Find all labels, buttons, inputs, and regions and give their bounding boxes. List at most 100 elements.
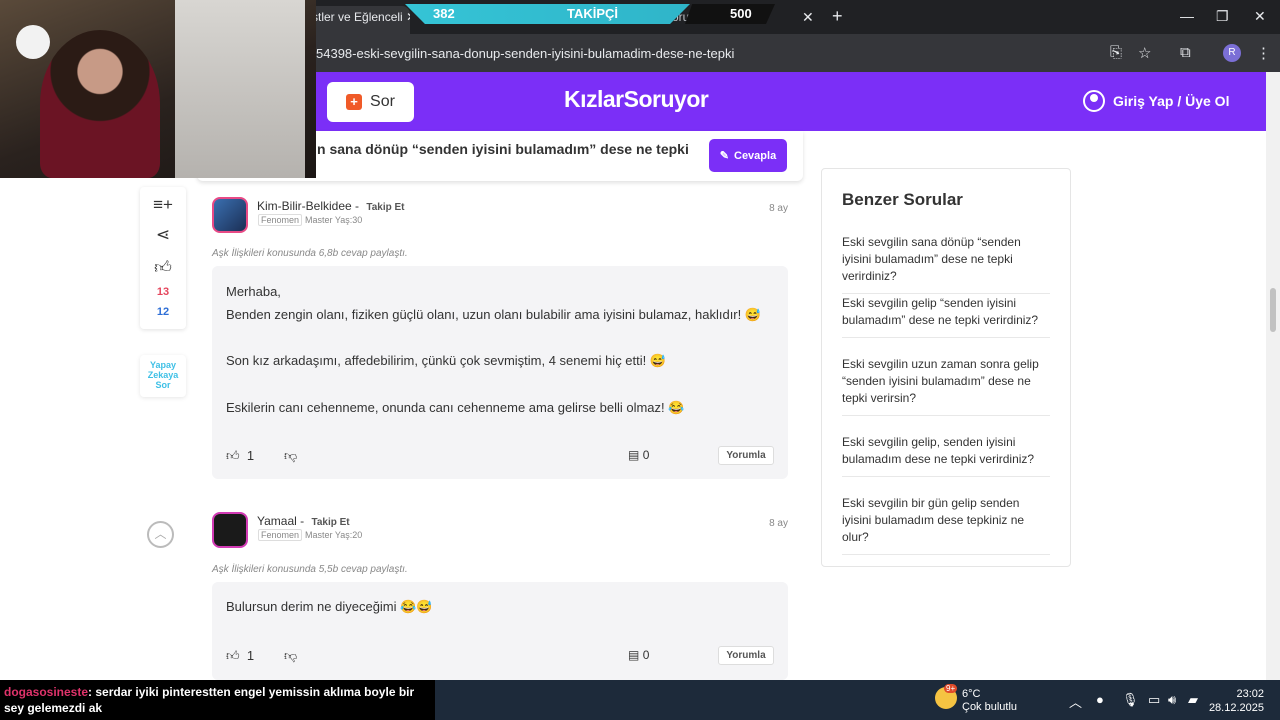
dislike-button[interactable]: 👎︎ — [284, 448, 297, 464]
answer-text-line: Benden zengin olanı, fiziken güçlü olanı… — [226, 307, 762, 322]
comment-count[interactable]: ▤ 0 — [628, 648, 649, 662]
scroll-up-icon[interactable]: ︿ — [147, 521, 174, 548]
topic-line: Aşk İlişkileri konusunda 6,8b cevap payl… — [212, 248, 408, 259]
ask-button[interactable]: + Sor — [327, 82, 414, 122]
minimize-icon[interactable]: — — [1180, 8, 1194, 24]
similar-question-link[interactable]: Eski sevgilin gelip “senden iyisini bula… — [842, 295, 1050, 338]
like-count-red: 13 — [156, 286, 170, 298]
comment-icon: ▤ — [628, 448, 640, 462]
url-field[interactable]: 54398-eski-sevgilin-sana-donup-senden-iy… — [316, 46, 734, 61]
avatar[interactable] — [212, 197, 248, 233]
answer-button[interactable]: ✎ Cevapla — [709, 139, 787, 172]
comment-icon: ▤ — [628, 648, 640, 662]
like-count-blue: 12 — [156, 306, 170, 318]
author-meta: Master Yaş:20 — [305, 530, 363, 540]
dislike-button[interactable]: 👎︎ — [284, 648, 297, 664]
follow-button[interactable]: Takip Et — [366, 202, 404, 213]
similar-questions-title: Benzer Sorular — [842, 190, 963, 209]
question-title: n sana dönüp “senden iyisini bulamadım” … — [317, 141, 689, 157]
like-count: 1 — [246, 448, 255, 463]
plus-icon: + — [346, 94, 363, 110]
weather-badge: 9+ — [944, 684, 958, 693]
comment-count-value: 0 — [642, 648, 650, 662]
screen: stler ve Eğlenceli ✕ oruyor ✕ + — ❐ ✕ 38… — [0, 0, 1280, 720]
browser-tab[interactable]: stler ve Eğlenceli ✕ — [300, 6, 410, 34]
stream-chat-overlay: dogasosineste: serdar iyiki pinterestten… — [0, 680, 435, 720]
pencil-icon: ✎ — [719, 150, 729, 162]
menu-dots-icon[interactable]: ⋮ — [1256, 44, 1271, 62]
clock-time[interactable]: 23:02 — [1214, 688, 1264, 700]
answer-text-line: Merhaba, — [226, 284, 281, 299]
webcam-overlay — [0, 0, 316, 178]
similar-question-link[interactable]: Eski sevgilin gelip, senden iyisini bula… — [842, 434, 1050, 477]
like-button[interactable]: 👍︎ 1 — [226, 648, 254, 664]
author-name[interactable]: Kim-Bilir-Belkidee — [257, 199, 352, 213]
like-count: 1 — [246, 648, 255, 663]
tab-title: stler ve Eğlenceli — [312, 10, 403, 24]
similar-question-link[interactable]: Eski sevgilin bir gün gelip senden iyisi… — [842, 495, 1050, 555]
new-tab-icon[interactable]: + — [832, 6, 843, 27]
answer-body: Bulursun derim ne diyeceğimi 😂😅 👍︎ 1 👎︎ … — [212, 582, 788, 680]
topic-line: Aşk İlişkileri konusunda 5,5b cevap payl… — [212, 564, 408, 575]
user-icon — [1083, 90, 1105, 112]
comment-count[interactable]: ▤ 0 — [628, 448, 649, 462]
extensions-icon[interactable]: ⧉ — [1180, 44, 1191, 61]
answer-text-line: Eskilerin canı cehenneme, onunda canı ce… — [226, 400, 685, 415]
similar-question-link[interactable]: Eski sevgilin sana dönüp “senden iyisini… — [842, 234, 1050, 294]
answer-time: 8 ay — [769, 203, 788, 214]
plush-toy — [16, 25, 50, 59]
answer-body: Merhaba, Benden zengin olanı, fiziken gü… — [212, 266, 788, 479]
site-logo[interactable]: KızlarSoruyor — [564, 86, 709, 113]
install-app-icon[interactable]: ⎘ — [1110, 44, 1122, 61]
similar-question-link[interactable]: Eski sevgilin uzun zaman sonra gelip “se… — [842, 356, 1050, 416]
rank-badge: Fenomen — [258, 529, 303, 541]
ask-ai-button[interactable]: Yapay Zekaya Sor — [140, 355, 186, 397]
follower-label: TAKİPÇİ — [567, 6, 619, 21]
question-actions: ≡+ ⋖ 👍︎ 13 12 — [140, 187, 186, 329]
similar-questions-panel: Benzer Sorular Eski sevgilin sana dönüp … — [821, 168, 1071, 567]
author-name[interactable]: Yamaal — [257, 514, 297, 528]
close-icon[interactable]: ✕ — [802, 9, 814, 26]
follower-goal: 500 — [730, 6, 752, 21]
thumbs-up-icon: 👍︎ — [226, 648, 240, 663]
scrollbar-thumb[interactable] — [1270, 288, 1276, 332]
thumbs-up-icon[interactable]: 👍︎ — [140, 257, 186, 278]
battery-icon[interactable]: ▰ — [1188, 692, 1198, 708]
comment-button[interactable]: Yorumla — [718, 446, 774, 465]
chevron-up-icon[interactable]: ︿ — [1069, 692, 1082, 711]
thumbs-up-icon: 👍︎ — [226, 448, 240, 463]
answer-button-label: Cevapla — [734, 149, 777, 162]
bookmark-star-icon[interactable]: ☆ — [1138, 44, 1151, 62]
comment-count-value: 0 — [642, 448, 650, 462]
chat-message: dogasosineste: serdar iyiki pinterestten… — [4, 684, 432, 716]
add-to-list-icon[interactable]: ≡+ — [140, 195, 186, 215]
microphone-icon[interactable]: 🎙︎ — [1122, 692, 1139, 708]
streamer — [40, 30, 160, 178]
app-tray-icon[interactable]: ● — [1096, 692, 1104, 707]
answer-time: 8 ay — [769, 518, 788, 529]
profile-avatar[interactable]: R — [1223, 44, 1241, 62]
author-meta: Master Yaş:30 — [305, 215, 363, 225]
page-scrollbar[interactable] — [1266, 72, 1280, 680]
follower-goal-overlay: 382 TAKİPÇİ 500 — [405, 4, 775, 24]
answer-text-line: Son kız arkadaşımı, affedebilirim, çünkü… — [226, 353, 667, 368]
weather-condition: Çok bulutlu — [962, 701, 1018, 713]
rank-badge: Fenomen — [258, 214, 303, 226]
comment-button[interactable]: Yorumla — [718, 646, 774, 665]
answer-text-line: Bulursun derim ne diyeceğimi 😂😅 — [226, 599, 433, 614]
clock-date[interactable]: 28.12.2025 — [1200, 702, 1264, 714]
follow-button[interactable]: Takip Et — [311, 517, 349, 528]
share-icon[interactable]: ⋖ — [140, 225, 186, 245]
like-button[interactable]: 👍︎ 1 — [226, 448, 254, 464]
temperature: 6°C — [962, 688, 981, 700]
author-line: Yamaal - Takip Et — [257, 514, 350, 528]
login-button[interactable]: Giriş Yap / Üye Ol — [1083, 90, 1229, 112]
maximize-icon[interactable]: ❐ — [1216, 8, 1229, 25]
follower-count: 382 — [433, 6, 455, 21]
window-close-icon[interactable]: ✕ — [1254, 8, 1266, 25]
volume-icon[interactable]: 🔊︎ — [1168, 692, 1176, 708]
avatar[interactable] — [212, 512, 248, 548]
author-badge: Fenomen Master Yaş:20 — [258, 529, 363, 541]
login-label: Giriş Yap / Üye Ol — [1113, 93, 1230, 109]
network-icon[interactable]: ▭ — [1148, 692, 1160, 708]
